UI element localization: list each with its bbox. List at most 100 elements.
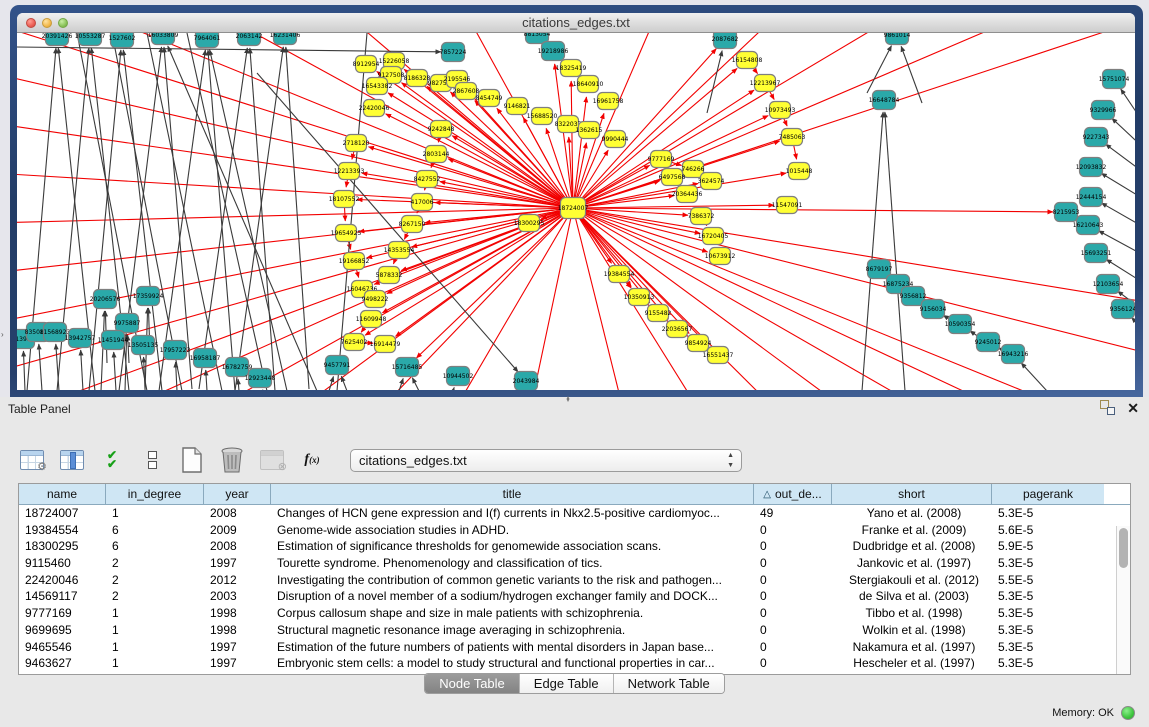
network-window-titlebar[interactable]: citations_edges.txt [17,13,1135,33]
graph-node[interactable]: 9245012 [975,333,1002,352]
graph-node[interactable]: 9975887 [114,314,141,333]
graph-node[interactable]: 16961758 [593,93,624,110]
graph-node[interactable]: 12093832 [1076,158,1107,177]
table-cell[interactable]: 49 [754,505,832,522]
graph-node[interactable]: 9227343 [1083,128,1110,147]
table-cell[interactable]: 0 [754,538,832,555]
graph-node[interactable]: 9498222 [362,291,389,308]
table-cell[interactable]: 2003 [204,588,271,605]
table-cell[interactable]: 5.5E-5 [992,572,1104,589]
table-cell[interactable]: Embryonic stem cells: a model to study s… [271,655,754,672]
graph-node[interactable]: 7964061 [194,33,221,48]
table-cell[interactable]: 5.9E-5 [992,538,1104,555]
memory-status-light[interactable] [1121,706,1135,720]
graph-node[interactable]: 15688520 [527,108,558,125]
graph-node[interactable]: 12923448 [245,369,276,388]
table-selector-dropdown[interactable]: citations_edges.txt ▲▼ [350,449,742,472]
column-header-outde[interactable]: △out_de... [754,484,832,504]
close-panel-icon[interactable]: ✕ [1127,401,1139,415]
graph-node[interactable]: 12103654 [1093,275,1124,294]
graph-node[interactable]: 18325419 [556,60,587,77]
table-cell[interactable]: Estimation of the future numbers of pati… [271,639,754,656]
select-all-columns-button[interactable]: ✔✔ [98,446,126,474]
graph-node[interactable]: 13942757 [65,329,96,348]
window-close-icon[interactable] [26,18,36,28]
table-cell[interactable]: 5.3E-5 [992,505,1104,522]
table-cell[interactable]: 9465546 [19,639,106,656]
graph-node[interactable]: 9146821 [504,98,531,115]
column-header-title[interactable]: title [271,484,754,504]
table-cell[interactable]: Yano et al. (2008) [832,505,992,522]
graph-node[interactable]: 17957223 [160,341,191,360]
table-cell[interactable]: 5.3E-5 [992,655,1104,672]
table-cell[interactable]: 5.3E-5 [992,639,1104,656]
panel-splitter-handle[interactable]: ▴▾ [562,397,574,404]
graph-node[interactable]: 20206576 [90,290,121,309]
column-header-name[interactable]: name [19,484,106,504]
graph-node[interactable]: 12444154 [1076,188,1107,207]
table-cell[interactable]: 1 [106,622,204,639]
column-header-pagerank[interactable]: pagerank [992,484,1104,504]
graph-node[interactable]: 9329966 [1090,101,1117,120]
graph-node[interactable]: 16958187 [190,349,221,368]
graph-node[interactable]: 16033809 [148,33,179,45]
graph-node[interactable]: 10553287 [75,33,106,46]
column-header-year[interactable]: year [204,484,271,504]
graph-node[interactable]: 18640910 [573,76,604,93]
column-header-short[interactable]: short [832,484,992,504]
graph-node[interactable]: 12213967 [750,75,781,92]
table-cell[interactable]: 0 [754,605,832,622]
table-cell[interactable]: 9463627 [19,655,106,672]
graph-node[interactable]: 8454749 [476,90,503,107]
table-row[interactable]: 1872400712008Changes of HCN gene express… [19,505,1130,522]
graph-node[interactable]: 2718120 [343,135,370,152]
graph-node[interactable]: 9155482 [645,305,672,322]
row-height-button[interactable] [138,446,166,474]
graph-node[interactable]: 8427552 [414,171,441,188]
graph-node[interactable]: 9156034 [920,300,947,319]
graph-node[interactable]: 8267150 [399,216,426,233]
table-row[interactable]: 946362711997Embryonic stem cells: a mode… [19,655,1130,672]
table-cell[interactable]: Investigating the contribution of common… [271,572,754,589]
graph-node[interactable]: 11451944 [98,331,129,350]
table-cell[interactable]: 2 [106,555,204,572]
table-cell[interactable]: 1997 [204,555,271,572]
table-cell[interactable]: 1 [106,505,204,522]
graph-node[interactable]: 15751074 [1099,70,1130,89]
table-cell[interactable]: Jankovic et al. (1997) [832,555,992,572]
vertical-scrollbar[interactable] [1116,526,1130,674]
graph-node[interactable]: 7625402 [341,334,368,351]
table-cell[interactable]: Dudbridge et al. (2008) [832,538,992,555]
graph-node[interactable]: 19218986 [538,42,569,61]
table-cell[interactable]: 9777169 [19,605,106,622]
scrollbar-thumb[interactable] [1119,528,1128,568]
table-cell[interactable]: 2009 [204,522,271,539]
table-cell[interactable]: 6 [106,522,204,539]
graph-node[interactable]: 6497568 [659,169,686,186]
graph-node[interactable]: 2087682 [712,33,739,49]
graph-node[interactable]: 5878332 [376,267,403,284]
table-cell[interactable]: 19384554 [19,522,106,539]
graph-node[interactable]: 9457791 [324,356,351,375]
tab-edge-table[interactable]: Edge Table [520,674,614,693]
table-row[interactable]: 969969511998Structural magnetic resonanc… [19,622,1130,639]
table-cell[interactable]: 0 [754,555,832,572]
table-cell[interactable]: Structural magnetic resonance image aver… [271,622,754,639]
graph-node[interactable]: 13505135 [128,336,159,355]
tab-network-table[interactable]: Network Table [614,674,724,693]
graph-node[interactable]: 19654925 [331,225,362,242]
graph-node[interactable]: 7857224 [440,43,467,62]
graph-node[interactable]: 9861014 [884,33,911,45]
table-cell[interactable]: Stergiakouli et al. (2012) [832,572,992,589]
tab-node-table[interactable]: Node Table [425,674,520,693]
graph-node[interactable]: 7386372 [688,208,715,225]
graph-node[interactable]: 2063142 [236,33,263,46]
table-cell[interactable]: 5.3E-5 [992,588,1104,605]
table-cell[interactable]: 1997 [204,655,271,672]
table-cell[interactable]: 2008 [204,505,271,522]
table-cell[interactable]: 5.3E-5 [992,605,1104,622]
graph-node[interactable]: 19384554 [604,266,635,283]
table-cell[interactable]: Wolkin et al. (1998) [832,622,992,639]
table-cell[interactable]: 2012 [204,572,271,589]
graph-node[interactable]: 8215953 [1053,203,1080,222]
